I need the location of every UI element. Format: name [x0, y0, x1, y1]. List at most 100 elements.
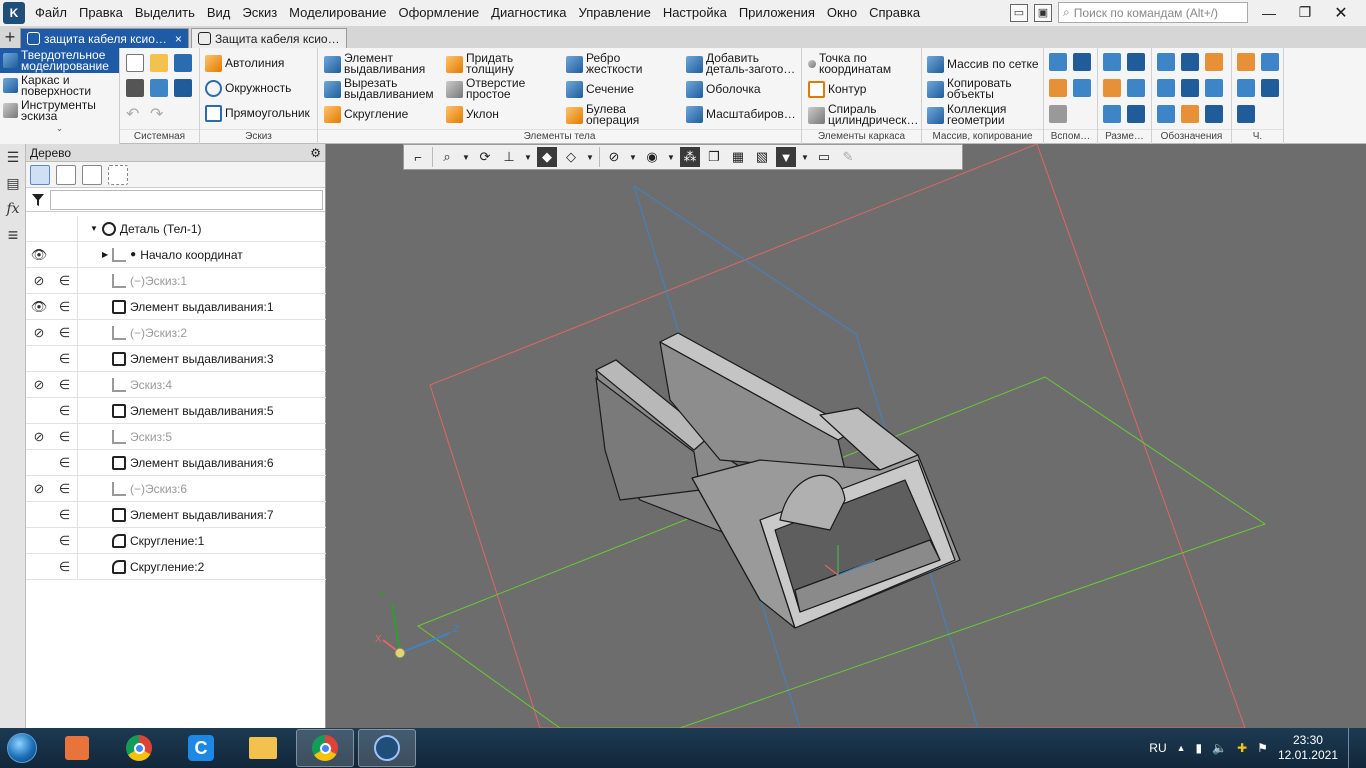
tree-row[interactable]: 👁 ∈ Элемент выдавливания:1 [26, 293, 326, 320]
menu-edit[interactable]: Правка [73, 0, 129, 26]
menu-window[interactable]: Окно [821, 0, 863, 26]
tree-search-input[interactable] [50, 189, 323, 210]
menu-modeling[interactable]: Моделирование [283, 0, 392, 26]
dropdown-arrow-icon[interactable]: ▼ [461, 153, 471, 162]
dependency-icon[interactable]: ∈ [52, 475, 78, 502]
circle-button[interactable]: Окружность [205, 80, 291, 97]
dependency-icon[interactable]: ∈ [52, 319, 78, 346]
cut-line-icon[interactable] [1181, 105, 1199, 123]
roughness-icon[interactable] [1181, 53, 1199, 71]
filter-icon[interactable] [26, 188, 50, 212]
redo-icon[interactable]: ↷ [150, 104, 163, 124]
extra-tool-icon[interactable] [1237, 105, 1255, 123]
offset-plane-icon[interactable] [1049, 79, 1067, 97]
pencil-icon[interactable]: ✎ [838, 147, 858, 167]
spiral-button[interactable]: Спираль цилиндрическ… [808, 103, 918, 126]
rotate-icon[interactable]: ⟳ [475, 147, 495, 167]
drawing-tool-icon[interactable] [1261, 79, 1279, 97]
tab-document-1[interactable]: защита кабеля ксио… × [20, 28, 189, 48]
new-file-icon[interactable] [126, 54, 144, 72]
dependency-icon[interactable]: ∈ [52, 345, 78, 372]
dropdown-arrow-icon[interactable]: ▼ [585, 153, 595, 162]
menu-view[interactable]: Вид [201, 0, 237, 26]
tree-row[interactable]: ⊘ ∈ Эскиз:5 [26, 423, 326, 450]
expand-arrow-icon[interactable]: ▶ [102, 250, 108, 259]
geometry-collection-button[interactable]: Коллекция геометрии [927, 103, 1006, 126]
dependency-icon[interactable]: ∈ [52, 501, 78, 528]
taskbar-chrome-2[interactable] [296, 729, 354, 767]
menu-select[interactable]: Выделить [129, 0, 201, 26]
expand-modes-icon[interactable]: ⌄ [0, 123, 119, 134]
tree-row[interactable]: ⊘ ∈ (−)Эскиз:1 [26, 267, 326, 294]
filter-view-icon[interactable]: ▼ [776, 147, 796, 167]
tree-row[interactable]: ∈ Скругление:2 [26, 553, 326, 580]
eye-hidden-icon[interactable]: ⊘ [26, 325, 52, 341]
variables-icon[interactable]: fx [0, 196, 26, 222]
eye-visible-icon[interactable]: 👁 [26, 299, 52, 315]
dependency-icon[interactable]: ∈ [52, 293, 78, 320]
views-icon[interactable]: ▦ [728, 147, 748, 167]
base-icon[interactable] [1205, 53, 1223, 71]
snap-icon[interactable]: ⁂ [680, 147, 700, 167]
hide-icon[interactable]: ⊘ [604, 147, 624, 167]
rectangle-button[interactable]: Прямоугольник [205, 105, 310, 122]
copy-objects-button[interactable]: Копировать объекты [927, 77, 1012, 100]
taskbar-media-player[interactable] [48, 729, 106, 767]
copy-view-icon[interactable]: ❐ [704, 147, 724, 167]
wireframe-icon[interactable]: ◇ [561, 147, 581, 167]
view-tool-icon[interactable] [1261, 53, 1279, 71]
dependency-icon[interactable]: ∈ [52, 449, 78, 476]
tab-close-icon[interactable]: × [175, 32, 182, 46]
dependency-icon[interactable]: ∈ [52, 553, 78, 580]
add-blank-part-button[interactable]: Добавить деталь-загото… [686, 52, 795, 75]
tab-document-2[interactable]: Защита кабеля ксио… [190, 28, 347, 48]
tree-panel-icon[interactable]: ☰ [0, 144, 26, 170]
scale-button[interactable]: Масштабиров… [686, 106, 796, 123]
3d-viewport[interactable]: Y Z X [327, 144, 1366, 728]
tray-app-icon[interactable]: ✚ [1237, 741, 1247, 755]
close-icon[interactable]: ✕ [1326, 3, 1356, 23]
measure-icon[interactable]: ▭ [814, 147, 834, 167]
dependency-icon[interactable]: ∈ [52, 371, 78, 398]
properties-panel-icon[interactable]: ▤ [0, 170, 26, 196]
dropdown-arrow-icon[interactable]: ▼ [800, 153, 810, 162]
new-document-button[interactable]: + [0, 26, 20, 48]
grid-array-button[interactable]: Массив по сетке [927, 56, 1039, 73]
tolerance-icon[interactable] [1157, 79, 1175, 97]
tree-row[interactable]: ⊘ ∈ (−)Эскиз:2 [26, 319, 326, 346]
language-indicator[interactable]: RU [1149, 741, 1166, 755]
menu-management[interactable]: Управление [573, 0, 657, 26]
open-folder-icon[interactable] [150, 54, 168, 72]
visibility-icon[interactable]: ◉ [642, 147, 662, 167]
tree-row[interactable]: ∈ Скругление:1 [26, 527, 326, 554]
radial-dimension-icon[interactable] [1127, 53, 1145, 71]
section-button[interactable]: Сечение [566, 81, 634, 98]
dependency-icon[interactable]: ∈ [52, 267, 78, 294]
thread-icon[interactable] [1205, 105, 1223, 123]
show-desktop-button[interactable] [1348, 728, 1358, 768]
menu-file[interactable]: Файл [29, 0, 73, 26]
eye-hidden-icon[interactable]: ⊘ [26, 481, 52, 497]
volume-icon[interactable]: 🔈 [1212, 741, 1227, 755]
sketch-tool-icon[interactable] [1237, 53, 1255, 71]
tree-row-root[interactable]: ▼ Деталь (Тел-1) [26, 215, 326, 242]
mode-surfaces[interactable]: Каркас и поверхности [0, 73, 119, 98]
dependency-icon[interactable]: ∈ [52, 423, 78, 450]
panel-layout-icon[interactable]: ▭ [1010, 3, 1028, 22]
dropdown-arrow-icon[interactable]: ▼ [628, 153, 638, 162]
shell-button[interactable]: Оболочка [686, 81, 761, 98]
layer-tool-icon[interactable] [1237, 79, 1255, 97]
menu-settings[interactable]: Настройка [657, 0, 733, 26]
diameter-dimension-icon[interactable] [1127, 79, 1145, 97]
fillet-button[interactable]: Скругление [324, 106, 408, 123]
tray-expand-icon[interactable]: ▲ [1177, 743, 1186, 753]
restore-panels-icon[interactable]: ▣ [1034, 3, 1052, 22]
print-icon[interactable] [126, 79, 144, 97]
app-logo-icon[interactable]: K [3, 2, 25, 24]
taskbar-explorer[interactable] [234, 729, 292, 767]
eye-visible-icon[interactable]: 👁 [26, 247, 52, 263]
eye-hidden-icon[interactable]: ⊘ [26, 429, 52, 445]
dependency-icon[interactable]: ∈ [52, 527, 78, 554]
rib-button[interactable]: Ребро жесткости [566, 52, 642, 75]
aux-line-icon[interactable] [1049, 105, 1067, 123]
